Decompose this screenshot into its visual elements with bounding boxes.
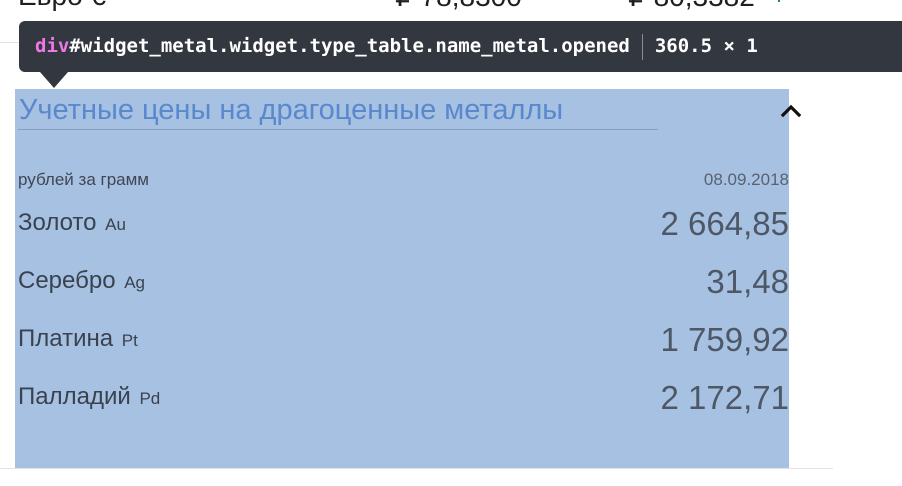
- metal-price: 2 172,71: [660, 379, 789, 416]
- metal-price: 1 759,92: [660, 321, 789, 358]
- tooltip-content: div#widget_metal.widget.type_table.name_…: [35, 21, 758, 72]
- metal-row-palladium: Палладий Pd 2 172,71: [15, 371, 789, 417]
- collapse-toggle-button[interactable]: [777, 99, 805, 121]
- tooltip-element-tag: div: [35, 35, 70, 57]
- metal-symbol: Pd: [139, 389, 161, 408]
- metal-name: Золото Au: [18, 209, 126, 237]
- metal-row-platinum: Платина Pt 1 759,92: [15, 313, 789, 359]
- title-underline: [18, 129, 658, 130]
- rates-date: 08.09.2018: [703, 170, 789, 189]
- metal-row-gold: Золото Au 2 664,85: [15, 197, 789, 243]
- metal-name-text: Платина: [18, 325, 114, 352]
- metal-price: 2 664,85: [660, 205, 789, 242]
- metal-symbol: Pt: [121, 331, 138, 350]
- tooltip-separator: [641, 33, 643, 60]
- chevron-up-icon: [780, 104, 802, 118]
- unit-label: рублей за грамм: [18, 170, 149, 189]
- metal-name-text: Серебро: [18, 267, 116, 294]
- metal-name: Серебро Ag: [18, 267, 145, 295]
- previous-currency-value-1: ₽ 78,8300: [395, 0, 522, 13]
- tooltip-element-size: 360.5 × 1: [654, 35, 758, 57]
- metal-prices-widget: Учетные цены на драгоценные металлы рубл…: [15, 89, 802, 468]
- metal-symbol: Ag: [124, 273, 146, 292]
- previous-currency-row: Евро € ₽ 78,8300 ₽ 80,3382: [0, 0, 902, 13]
- metal-name-text: Палладий: [18, 383, 131, 410]
- previous-currency-label: Евро €: [18, 0, 106, 12]
- metal-row-silver: Серебро Ag 31,48: [15, 255, 789, 301]
- metal-name-text: Золото: [18, 209, 97, 236]
- tooltip-pointer-arrow: [40, 72, 68, 88]
- section-divider-bottom: [0, 468, 833, 469]
- metal-price: 31,48: [706, 263, 789, 300]
- widget-title-link[interactable]: Учетные цены на драгоценные металлы: [19, 94, 563, 127]
- metal-name: Платина Pt: [18, 325, 138, 353]
- metal-name: Палладий Pd: [18, 383, 160, 411]
- trend-up-icon: [778, 0, 780, 2]
- previous-currency-value-2: ₽ 80,3382: [628, 0, 755, 13]
- tooltip-element-selector: #widget_metal.widget.type_table.name_met…: [69, 35, 630, 57]
- devtools-inspect-tooltip: div#widget_metal.widget.type_table.name_…: [19, 21, 902, 72]
- metal-symbol: Au: [105, 215, 126, 234]
